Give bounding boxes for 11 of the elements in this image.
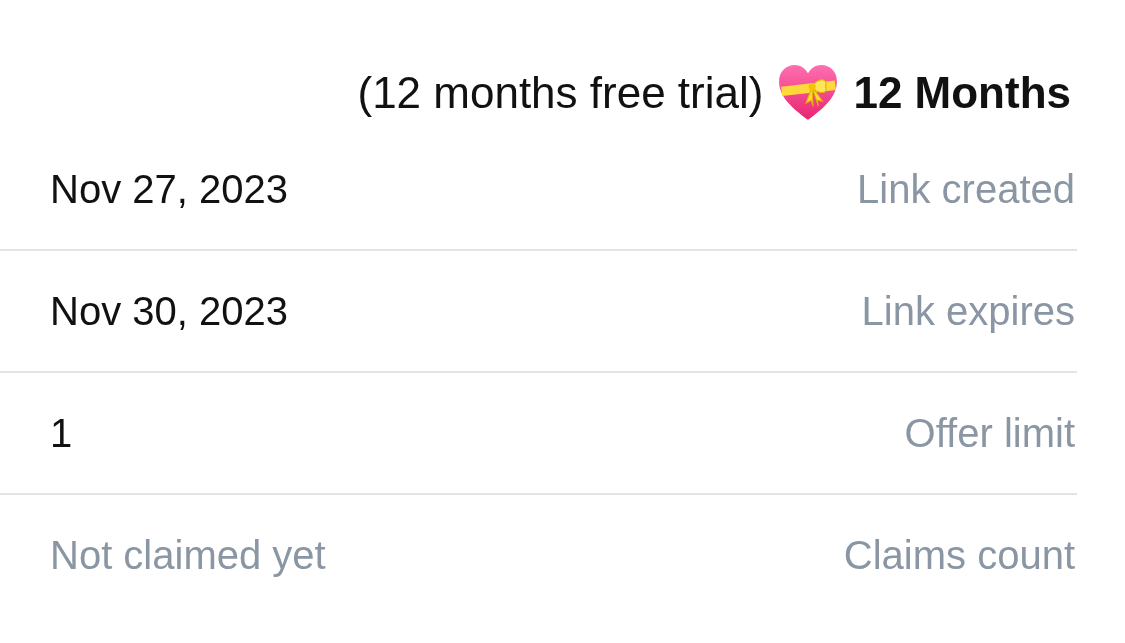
detail-label: Offer limit xyxy=(904,410,1075,457)
detail-value: Not claimed yet xyxy=(50,532,326,579)
detail-label: Link created xyxy=(857,166,1075,213)
detail-label: Link expires xyxy=(861,288,1075,335)
heart-with-ribbon-icon xyxy=(777,63,840,122)
offer-title: 12 Months xyxy=(853,66,1071,119)
detail-value: Nov 30, 2023 xyxy=(50,288,288,335)
detail-value: 1 xyxy=(50,410,73,457)
detail-value: Nov 27, 2023 xyxy=(50,166,288,213)
offer-subtitle: (12 months free trial) xyxy=(357,66,764,119)
detail-label: Claims count xyxy=(843,532,1075,579)
